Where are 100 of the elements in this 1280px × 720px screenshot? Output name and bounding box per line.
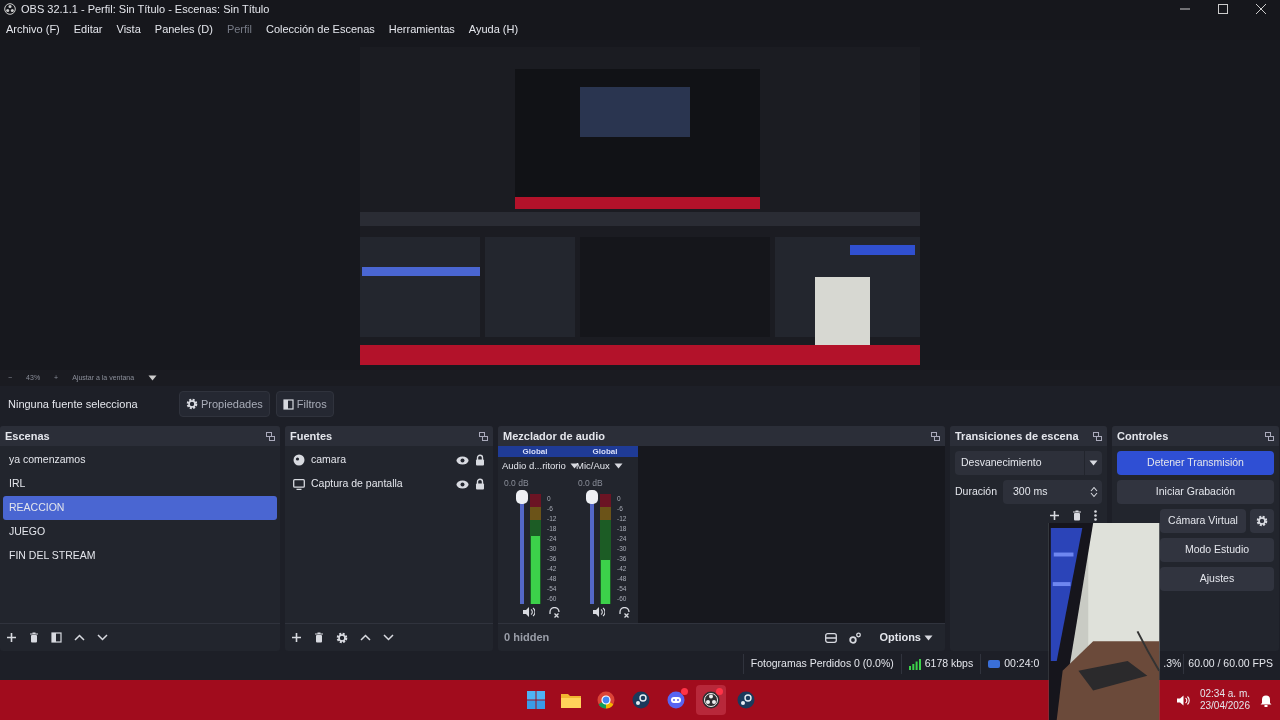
channel-group-label: Global xyxy=(498,446,572,457)
menu-item[interactable]: Herramientas xyxy=(388,20,455,38)
volume-icon[interactable] xyxy=(1176,694,1190,706)
chevron-up-icon[interactable] xyxy=(74,634,85,641)
headphones-muted-icon[interactable] xyxy=(618,607,630,618)
scene-item[interactable]: REACCION xyxy=(3,496,277,520)
menu-item[interactable]: Ayuda (H) xyxy=(468,20,519,38)
menu-item[interactable]: Archivo (F) xyxy=(6,20,60,38)
channel-name[interactable]: Audio d...ritorio xyxy=(502,459,566,474)
undock-icon[interactable] xyxy=(479,431,488,441)
trash-icon[interactable] xyxy=(29,632,39,643)
dropped-frames: Fotogramas Perdidos 0 (0.0%) xyxy=(742,654,901,674)
panel-title: Mezclador de audio xyxy=(503,428,606,444)
scene-item[interactable]: ya comenzamos xyxy=(0,448,280,472)
bitrate: 6178 kbps xyxy=(924,656,974,672)
settings-icon[interactable] xyxy=(336,631,348,644)
control-button[interactable]: Detener Transmisión xyxy=(1117,451,1274,475)
chat-bubble-icon xyxy=(667,691,685,709)
webcam-icon xyxy=(293,454,305,466)
eye-icon[interactable] xyxy=(456,479,469,489)
transition-dropdown[interactable]: Desvanecimiento xyxy=(955,451,1102,475)
browser-icon xyxy=(597,691,615,709)
panel-title: Fuentes xyxy=(290,428,333,444)
undock-icon[interactable] xyxy=(1265,431,1274,441)
caret-down-icon[interactable] xyxy=(1089,460,1098,466)
chevron-down-icon[interactable] xyxy=(97,634,108,641)
window-title: OBS 32.1.1 - Perfil: Sin Título - Escenas: Sin Título xyxy=(21,1,270,17)
speaker-icon[interactable] xyxy=(592,607,605,617)
spin-down-icon[interactable] xyxy=(1090,492,1098,498)
windows-icon xyxy=(527,691,545,709)
scene-item[interactable]: JUEGO xyxy=(0,520,280,544)
trash-icon[interactable] xyxy=(1072,510,1082,521)
status-text: Ninguna fuente selecciona xyxy=(8,396,139,412)
close-icon[interactable] xyxy=(1256,4,1266,14)
gear-icon[interactable] xyxy=(186,398,198,410)
notification-bell-icon[interactable] xyxy=(1260,693,1272,707)
undock-icon[interactable] xyxy=(266,431,275,441)
steam-icon xyxy=(737,691,755,709)
add-icon[interactable] xyxy=(6,632,17,643)
maximize-icon[interactable] xyxy=(1218,4,1228,14)
options-button[interactable]: Options xyxy=(873,625,939,650)
chevron-up-icon[interactable] xyxy=(360,634,371,641)
filter-icon[interactable] xyxy=(282,398,294,410)
zoom-dropdown-icon[interactable] xyxy=(148,375,158,381)
spin-up-icon[interactable] xyxy=(1090,486,1098,492)
gears-icon[interactable] xyxy=(849,631,862,644)
cpu-usage: .3% xyxy=(1163,656,1183,672)
source-name[interactable]: camara xyxy=(311,452,450,468)
duration-label: Duración xyxy=(955,484,998,500)
menu-item[interactable]: Editar xyxy=(73,20,103,38)
clock[interactable]: 02:34 a. m. 23/04/2026 xyxy=(1199,687,1250,713)
menu-item[interactable]: Vista xyxy=(116,20,141,38)
filter-icon[interactable] xyxy=(51,632,62,643)
more-icon[interactable] xyxy=(1094,510,1097,521)
channel-group-label: Global xyxy=(572,446,638,457)
control-button[interactable]: Iniciar Grabación xyxy=(1117,480,1274,504)
stream-status-icon xyxy=(988,659,1001,669)
channel-name[interactable]: Mic/Aux xyxy=(576,459,610,474)
control-button[interactable]: Modo Estudio xyxy=(1160,538,1274,562)
eye-icon[interactable] xyxy=(456,455,469,465)
notification-dot xyxy=(716,688,723,695)
headphones-muted-icon[interactable] xyxy=(548,607,560,618)
speaker-icon[interactable] xyxy=(522,607,535,617)
stream-time: 00:24:0 xyxy=(1004,656,1040,672)
lock-icon[interactable] xyxy=(475,478,485,490)
frame-rate: 60.00 / 60.00 FPS xyxy=(1183,654,1280,674)
panel-title: Escenas xyxy=(5,428,50,444)
settings-button[interactable] xyxy=(1250,509,1274,533)
taskbar-button[interactable] xyxy=(696,685,726,715)
scene-item[interactable]: IRL xyxy=(0,472,280,496)
duration-field[interactable]: 300 ms xyxy=(1003,480,1102,504)
folder-icon xyxy=(561,692,581,708)
volume-reading: 0.0 dB xyxy=(503,477,530,491)
layout-icon[interactable] xyxy=(825,632,838,643)
lock-icon[interactable] xyxy=(475,454,485,466)
undock-icon[interactable] xyxy=(931,431,940,441)
menu-item[interactable]: Colección de Escenas xyxy=(265,20,375,38)
control-button[interactable]: Cámara Virtual xyxy=(1160,509,1246,533)
filters-button[interactable]: Filtros xyxy=(275,390,334,418)
control-button[interactable]: Ajustes xyxy=(1160,567,1274,591)
caret-down-icon[interactable] xyxy=(613,463,623,470)
source-name[interactable]: Captura de pantalla xyxy=(311,476,450,492)
menu-item[interactable]: Paneles (D) xyxy=(154,20,213,38)
hidden-count: 0 hidden xyxy=(504,630,550,646)
chevron-down-icon[interactable] xyxy=(383,634,394,641)
scene-item[interactable]: FIN DEL STREAM xyxy=(0,544,280,568)
undock-icon[interactable] xyxy=(1093,431,1102,441)
gear-icon[interactable] xyxy=(1256,515,1268,527)
app-logo-icon xyxy=(4,3,16,15)
add-icon[interactable] xyxy=(291,632,302,643)
caret-down-icon[interactable] xyxy=(924,634,933,641)
panel-title: Transiciones de escena xyxy=(955,428,1079,444)
notification-dot xyxy=(681,688,688,695)
steam-icon xyxy=(632,691,650,709)
signal-icon xyxy=(908,658,921,670)
properties-button[interactable]: Propiedades xyxy=(179,390,270,418)
trash-icon[interactable] xyxy=(314,632,324,643)
volume-reading: 0.0 dB xyxy=(577,477,604,491)
add-icon[interactable] xyxy=(1049,510,1060,521)
monitor-icon xyxy=(293,478,305,490)
